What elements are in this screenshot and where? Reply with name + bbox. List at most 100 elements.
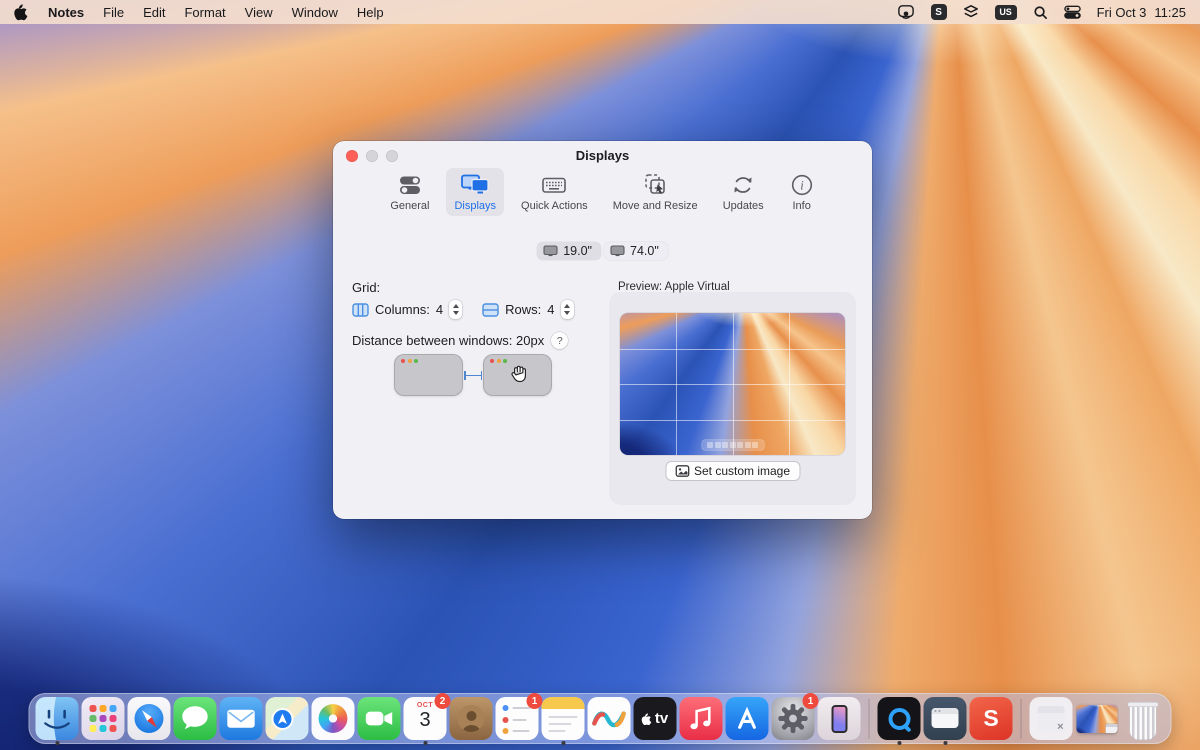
- dock-notes[interactable]: [542, 697, 585, 740]
- monitor-icon: [610, 245, 625, 258]
- contacts-person-icon: [458, 705, 485, 732]
- dock: OCT 3 2 1: [29, 693, 1172, 744]
- input-source-badge[interactable]: US: [995, 5, 1017, 20]
- box-x-icon: ×: [1030, 697, 1073, 740]
- running-indicator: [943, 741, 947, 745]
- dock-trash[interactable]: [1122, 697, 1165, 740]
- preview-card: Set custom image: [610, 293, 855, 504]
- dock-finder[interactable]: [36, 697, 79, 740]
- tab-quick-actions[interactable]: Quick Actions: [513, 168, 596, 216]
- tab-updates[interactable]: Updates: [715, 168, 772, 216]
- tab-label: Quick Actions: [521, 200, 588, 212]
- grid-section-label: Grid:: [352, 280, 380, 295]
- image-icon: [675, 465, 689, 477]
- help-button[interactable]: ?: [551, 332, 568, 349]
- displays-settings-window: Displays General: [333, 141, 872, 519]
- dock-window-manager[interactable]: [924, 697, 967, 740]
- preview-grid-overlay: [620, 313, 845, 455]
- dock-reminders[interactable]: 1: [496, 697, 539, 740]
- control-center-icon[interactable]: [1064, 5, 1081, 19]
- menu-window[interactable]: Window: [292, 5, 338, 20]
- set-custom-image-label: Set custom image: [694, 464, 790, 478]
- photos-flower-icon: [319, 704, 348, 733]
- dock-app-store[interactable]: [726, 697, 769, 740]
- dock-system-settings[interactable]: 1: [772, 697, 815, 740]
- menu-file[interactable]: File: [103, 5, 124, 20]
- trash-icon: [1130, 705, 1157, 740]
- dock-s-app[interactable]: S: [970, 697, 1013, 740]
- tab-move-and-resize[interactable]: Move and Resize: [605, 168, 706, 216]
- running-indicator: [561, 741, 565, 745]
- calendar-month: OCT: [417, 702, 433, 709]
- tab-displays[interactable]: Displays: [446, 168, 504, 216]
- tab-label: Move and Resize: [613, 200, 698, 212]
- settings-toolbar: General Displays Quick Acti: [333, 168, 872, 216]
- stack-icon[interactable]: [963, 4, 979, 20]
- display-segment-19[interactable]: 19.0": [537, 242, 601, 260]
- running-indicator: [897, 741, 901, 745]
- menu-help[interactable]: Help: [357, 5, 384, 20]
- mini-traffic-lights: [490, 359, 507, 363]
- rows-control: Rows: 4: [482, 300, 573, 319]
- app-store-a-icon: [726, 697, 769, 740]
- notification-badge: 1: [803, 693, 819, 709]
- dock-iphone-mirroring[interactable]: [818, 697, 861, 740]
- rows-icon: [482, 303, 499, 317]
- dock-box-item[interactable]: ×: [1030, 697, 1073, 740]
- dock-safari[interactable]: [128, 697, 171, 740]
- dock-photos[interactable]: [312, 697, 355, 740]
- window-title: Displays: [333, 148, 872, 163]
- tab-label: Displays: [454, 200, 496, 212]
- menu-view[interactable]: View: [245, 5, 273, 20]
- dock-calendar[interactable]: OCT 3 2: [404, 697, 447, 740]
- apple-menu-icon[interactable]: [14, 3, 29, 21]
- dock-launchpad[interactable]: [82, 697, 125, 740]
- tab-general[interactable]: General: [382, 168, 437, 216]
- dock-freeform[interactable]: [588, 697, 631, 740]
- dock-apple-tv[interactable]: tv: [634, 697, 677, 740]
- apple-logo-icon: [642, 712, 653, 726]
- menu-clock[interactable]: Fri Oct 3 11:25: [1097, 5, 1186, 20]
- maps-arrow-icon: [274, 710, 292, 728]
- dock-maps[interactable]: [266, 697, 309, 740]
- notes-pad-icon: [542, 697, 585, 740]
- status-s-badge-icon[interactable]: S: [931, 4, 947, 20]
- search-icon[interactable]: [1033, 5, 1048, 20]
- rows-label: Rows:: [505, 302, 541, 317]
- envelope-icon: [220, 697, 263, 740]
- columns-label: Columns:: [375, 302, 430, 317]
- columns-icon: [352, 303, 369, 317]
- move-resize-icon: [642, 172, 668, 198]
- display-segment-74[interactable]: 74.0": [604, 242, 668, 260]
- music-note-icon: [680, 697, 723, 740]
- display-picker: 19.0" 74.0": [333, 242, 872, 260]
- dock-mail[interactable]: [220, 697, 263, 740]
- dock-minimized-window[interactable]: [1076, 697, 1119, 740]
- window-manager-icon: [932, 708, 959, 728]
- launchpad-grid-icon: [90, 705, 117, 732]
- mini-window-left: [395, 355, 462, 395]
- menu-app-name[interactable]: Notes: [48, 5, 84, 20]
- tab-info[interactable]: i Info: [781, 168, 823, 216]
- menu-edit[interactable]: Edit: [143, 5, 165, 20]
- screen-sharing-icon[interactable]: [897, 4, 915, 20]
- dock-messages[interactable]: [174, 697, 217, 740]
- menu-format[interactable]: Format: [184, 5, 225, 20]
- dock-facetime[interactable]: [358, 697, 401, 740]
- updates-icon: [730, 172, 756, 198]
- rows-stepper[interactable]: [561, 300, 574, 319]
- iphone-icon: [831, 705, 847, 733]
- svg-text:i: i: [800, 179, 804, 193]
- running-indicator: [423, 741, 427, 745]
- tv-label: tv: [655, 710, 668, 727]
- rows-value: 4: [547, 302, 554, 317]
- dock-music[interactable]: [680, 697, 723, 740]
- columns-stepper[interactable]: [449, 300, 462, 319]
- hand-cursor-icon: [508, 363, 530, 385]
- dock-contacts[interactable]: [450, 697, 493, 740]
- tab-label: Updates: [723, 200, 764, 212]
- dock-divider: [869, 699, 870, 739]
- set-custom-image-button[interactable]: Set custom image: [665, 461, 800, 481]
- freeform-squiggle-icon: [588, 697, 631, 740]
- dock-quicktime[interactable]: [878, 697, 921, 740]
